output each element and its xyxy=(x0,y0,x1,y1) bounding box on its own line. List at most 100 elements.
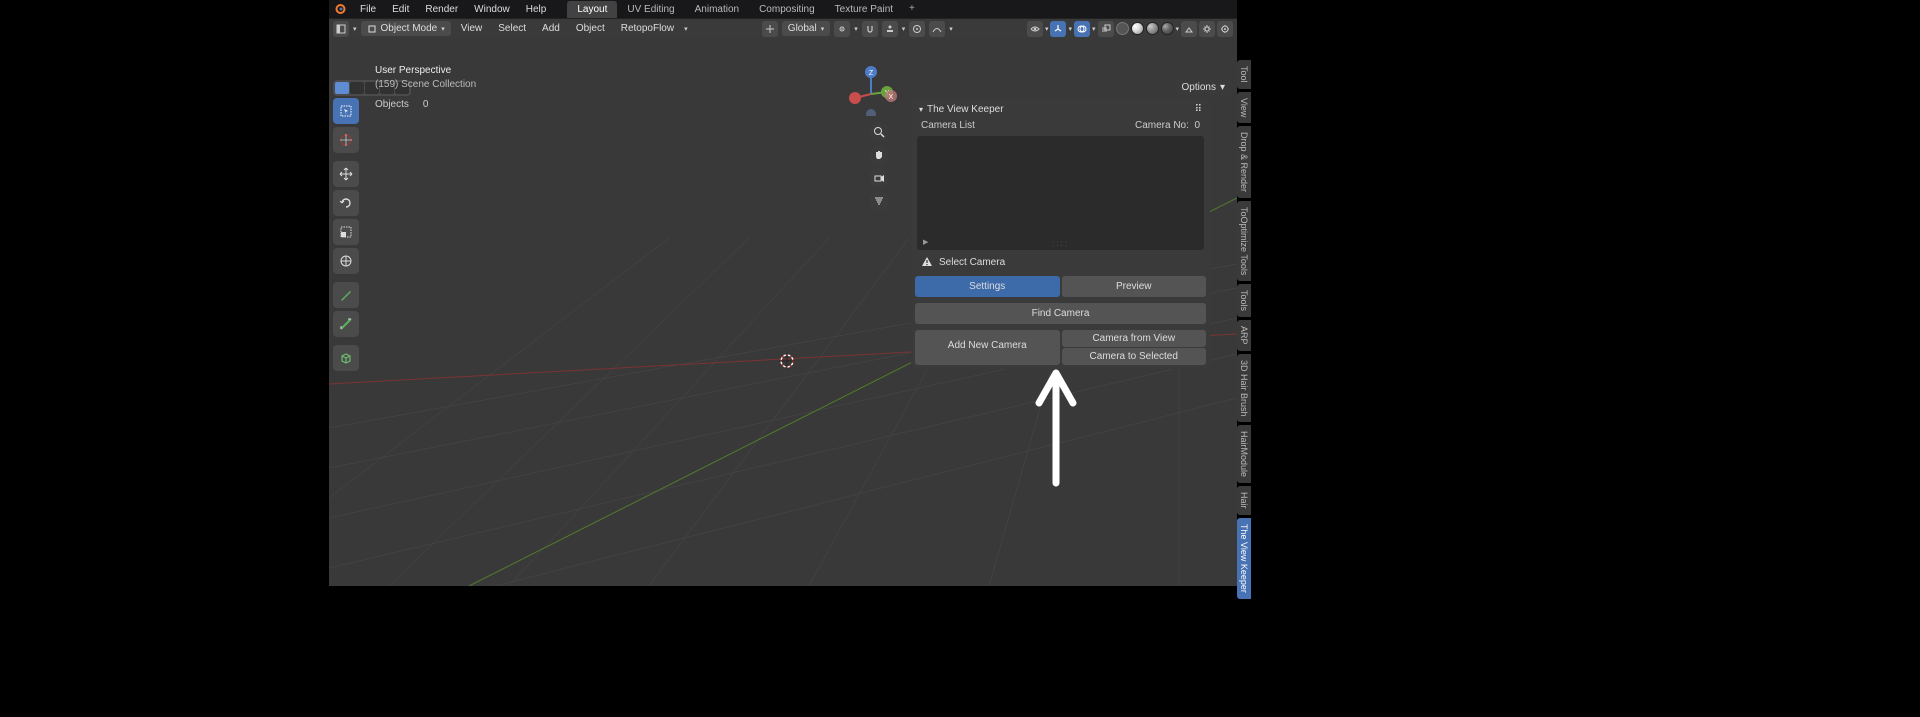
header-object[interactable]: Object xyxy=(570,21,611,36)
chevron-down-icon: ▾ xyxy=(684,25,688,33)
collection-label: (159) Scene Collection xyxy=(375,78,476,92)
snap-icon[interactable] xyxy=(862,21,878,37)
select-edge-icon[interactable] xyxy=(350,82,364,94)
object-mode-icon xyxy=(367,24,377,34)
chevron-down-icon: ▾ xyxy=(919,105,923,114)
expand-triangle-icon[interactable]: ▶ xyxy=(923,238,928,246)
zoom-icon[interactable] xyxy=(869,122,889,142)
menu-window[interactable]: Window xyxy=(467,2,517,17)
viewport-overlay-text: User Perspective (159) Scene Collection … xyxy=(375,64,476,112)
right-tab-hair[interactable]: Hair xyxy=(1237,486,1251,515)
scale-tool[interactable] xyxy=(333,219,359,245)
proportional-falloff-icon[interactable] xyxy=(929,21,945,37)
right-tab-3dhair[interactable]: 3D Hair Brush xyxy=(1237,354,1251,423)
right-tab-hairmodule[interactable]: HairModule xyxy=(1237,425,1251,483)
select-vertex-icon[interactable] xyxy=(335,82,349,94)
select-box-tool[interactable] xyxy=(333,98,359,124)
navigation-gizmo[interactable]: Z Y X xyxy=(845,64,897,116)
add-cube-tool[interactable] xyxy=(333,345,359,371)
mode-dropdown[interactable]: Object Mode ▾ xyxy=(361,21,451,36)
proportional-edit-icon[interactable] xyxy=(909,21,925,37)
panel-title: The View Keeper xyxy=(927,104,1004,115)
add-new-camera-button[interactable]: Add New Camera xyxy=(915,330,1060,365)
shading-rendered-icon[interactable] xyxy=(1161,22,1174,35)
svg-text:X: X xyxy=(889,94,894,101)
header-view[interactable]: View xyxy=(455,21,489,36)
pan-icon[interactable] xyxy=(869,145,889,165)
perspective-label: User Perspective xyxy=(375,64,476,78)
orientation-dropdown[interactable]: Global ▾ xyxy=(782,21,830,36)
options-label: Options xyxy=(1182,82,1216,93)
warning-icon xyxy=(921,256,933,268)
blender-app-window: File Edit Render Window Help Layout UV E… xyxy=(329,0,1237,586)
add-workspace-button[interactable]: + xyxy=(903,1,921,18)
menu-render[interactable]: Render xyxy=(418,2,465,17)
rotate-tool[interactable] xyxy=(333,190,359,216)
overlay-toggle-icon[interactable] xyxy=(1074,21,1090,37)
camera-lock-icon[interactable] xyxy=(1217,21,1233,37)
camera-to-selected-button[interactable]: Camera to Selected xyxy=(1062,348,1207,365)
camera-no-label: Camera No: xyxy=(1135,120,1189,131)
menu-edit[interactable]: Edit xyxy=(385,2,416,17)
shading-wireframe-icon[interactable] xyxy=(1116,22,1129,35)
right-tab-tools[interactable]: Tools xyxy=(1237,284,1251,317)
select-camera-warning: Select Camera xyxy=(915,252,1206,272)
viewport-options-button[interactable]: Options ▾ xyxy=(1174,80,1234,95)
workspace-tabs: Layout UV Editing Animation Compositing … xyxy=(567,1,921,18)
cursor-tool[interactable] xyxy=(333,127,359,153)
right-tab-view[interactable]: View xyxy=(1237,92,1251,123)
right-tab-arp[interactable]: ARP xyxy=(1237,320,1251,351)
right-tab-drop-render[interactable]: Drop & Render xyxy=(1237,126,1251,198)
3d-cursor-icon xyxy=(778,352,796,370)
pivot-icon[interactable] xyxy=(834,21,850,37)
panel-header[interactable]: ▾ The View Keeper ⠿ xyxy=(915,102,1206,117)
chevron-down-icon: ▾ xyxy=(353,25,357,33)
camera-list-box[interactable]: ▶ :::: xyxy=(917,136,1204,250)
shading-material-icon[interactable] xyxy=(1146,22,1159,35)
menu-help[interactable]: Help xyxy=(519,2,554,17)
transform-tool[interactable] xyxy=(333,248,359,274)
header-retopoflow[interactable]: RetopoFlow xyxy=(615,21,680,36)
move-tool[interactable] xyxy=(333,161,359,187)
orientation-label: Global xyxy=(788,23,817,34)
right-tab-tool[interactable]: Tool xyxy=(1237,60,1251,89)
camera-from-view-button[interactable]: Camera from View xyxy=(1062,330,1207,347)
right-tab-viewkeeper[interactable]: The View Keeper xyxy=(1237,518,1251,599)
3d-viewport[interactable]: Options ▾ User Perspective (159) Scene C… xyxy=(329,38,1237,586)
view-keeper-panel: ▾ The View Keeper ⠿ Camera List Camera N… xyxy=(911,98,1210,369)
right-tab-tooptimize[interactable]: ToOptimize Tools xyxy=(1237,201,1251,281)
camera-list-label: Camera List xyxy=(921,120,975,131)
workspace-tab-uv[interactable]: UV Editing xyxy=(617,1,684,18)
panel-dots-icon[interactable]: ⠿ xyxy=(1195,104,1202,115)
gear-icon[interactable] xyxy=(1199,21,1215,37)
shading-solid-icon[interactable] xyxy=(1131,22,1144,35)
camera-view-icon[interactable] xyxy=(869,168,889,188)
measure-tool[interactable] xyxy=(333,311,359,337)
nav-controls xyxy=(869,122,889,211)
xray-icon[interactable] xyxy=(1098,21,1114,37)
top-menubar: File Edit Render Window Help Layout UV E… xyxy=(329,0,1237,18)
resize-grip-icon[interactable]: :::: xyxy=(1052,239,1069,248)
editor-type-icon[interactable] xyxy=(333,21,349,37)
perspective-toggle-icon[interactable] xyxy=(869,191,889,211)
svg-text:Z: Z xyxy=(869,70,874,77)
right-side-tabs: Tool View Drop & Render ToOptimize Tools… xyxy=(1237,60,1251,599)
find-camera-button[interactable]: Find Camera xyxy=(915,303,1206,324)
snap-target-icon[interactable] xyxy=(882,21,898,37)
orientation-icon[interactable] xyxy=(762,21,778,37)
workspace-tab-compositing[interactable]: Compositing xyxy=(749,1,825,18)
workspace-tab-texturepaint[interactable]: Texture Paint xyxy=(825,1,903,18)
header-add[interactable]: Add xyxy=(536,21,566,36)
line-overlay-icon[interactable] xyxy=(1181,21,1197,37)
annotate-tool[interactable] xyxy=(333,282,359,308)
preview-button[interactable]: Preview xyxy=(1062,276,1207,297)
menu-file[interactable]: File xyxy=(353,2,383,17)
left-toolbar xyxy=(333,98,359,371)
workspace-tab-animation[interactable]: Animation xyxy=(685,1,749,18)
camera-list-header: Camera List Camera No: 0 xyxy=(915,117,1206,134)
header-select[interactable]: Select xyxy=(492,21,532,36)
gizmo-toggle-icon[interactable] xyxy=(1050,21,1066,37)
workspace-tab-layout[interactable]: Layout xyxy=(567,1,617,18)
visibility-icon[interactable] xyxy=(1027,21,1043,37)
settings-button[interactable]: Settings xyxy=(915,276,1060,297)
